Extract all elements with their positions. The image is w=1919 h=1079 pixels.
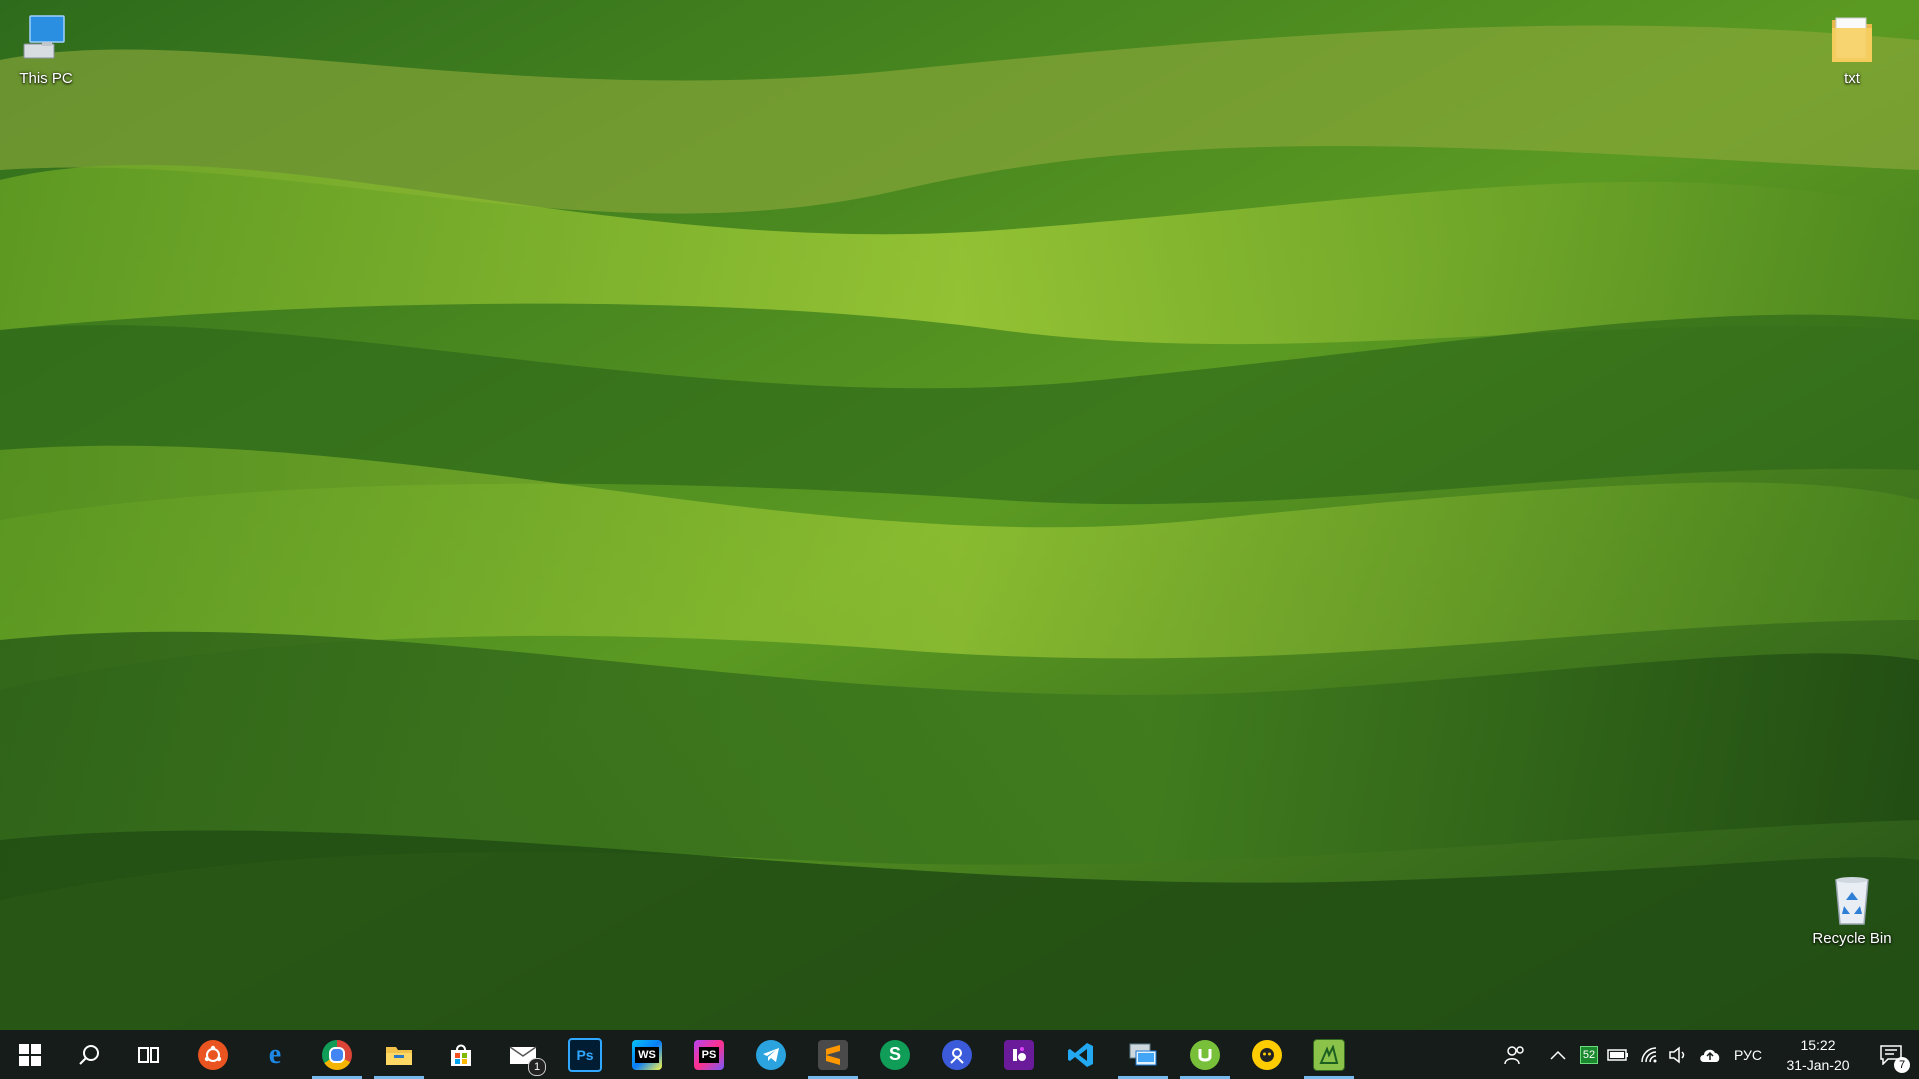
battery-percent-indicator[interactable]: 52 (1578, 1030, 1600, 1079)
photoshop-icon-text: Ps (576, 1046, 594, 1063)
this-pc-label: This PC (19, 70, 73, 87)
taskbar-app-telegram[interactable] (740, 1030, 802, 1079)
taskbar-app-utorrent[interactable] (1174, 1030, 1236, 1079)
phpstorm-icon: PS (694, 1039, 724, 1070)
task-view-icon (138, 1046, 159, 1063)
file-explorer-icon (384, 1040, 414, 1070)
taskbar-app-sublime[interactable] (802, 1030, 864, 1079)
blue-circle-app-icon (942, 1039, 972, 1070)
action-center-button[interactable]: 7 (1866, 1030, 1916, 1079)
txt-folder-label: txt (1844, 70, 1860, 87)
purple-app-icon (1004, 1039, 1034, 1070)
mail-unread-badge: 1 (528, 1058, 546, 1076)
cloud-sync-button[interactable] (1694, 1030, 1726, 1079)
folder-icon (1822, 10, 1882, 68)
green-app-icon (1313, 1038, 1345, 1071)
wallpaper-image (0, 0, 1919, 1030)
search-button[interactable] (58, 1030, 120, 1079)
taskbar-app-store[interactable] (430, 1030, 492, 1079)
volume-button[interactable] (1664, 1030, 1692, 1079)
battery-button[interactable] (1604, 1030, 1632, 1079)
volume-icon (1669, 1045, 1685, 1064)
desktop-icon-recycle-bin[interactable]: Recycle Bin (1807, 870, 1897, 948)
sublime-icon (818, 1039, 848, 1070)
taskbar-app-cyberghost[interactable] (1236, 1030, 1298, 1079)
input-language-button[interactable]: РУС (1728, 1030, 1768, 1079)
desktop-icon-this-pc[interactable]: This PC (1, 10, 91, 88)
taskbar-app-webstorm[interactable]: WS (616, 1030, 678, 1079)
windows-start-icon (19, 1043, 41, 1066)
wifi-icon (1641, 1046, 1657, 1062)
start-button[interactable] (0, 1030, 60, 1079)
utorrent-icon (1190, 1039, 1220, 1070)
taskbar-app-chrome[interactable] (306, 1030, 368, 1079)
people-icon (1504, 1045, 1524, 1064)
taskbar-app-mail[interactable]: 1 (492, 1030, 554, 1079)
ubuntu-icon (198, 1039, 228, 1070)
taskbar-app-purple[interactable] (988, 1030, 1050, 1079)
taskbar-app-file-explorer[interactable] (368, 1030, 430, 1079)
network-button[interactable] (1636, 1030, 1664, 1079)
taskbar-app-vscode[interactable] (1050, 1030, 1112, 1079)
this-pc-icon (16, 10, 76, 68)
remote-desktop-icon (1128, 1040, 1158, 1070)
taskbar-app-photoshop[interactable]: Ps (554, 1030, 616, 1079)
webstorm-icon-text: WS (635, 1046, 659, 1063)
recycle-bin-icon (1822, 870, 1882, 928)
telegram-icon (756, 1039, 786, 1070)
search-icon (79, 1044, 99, 1065)
phpstorm-icon-text: PS (698, 1046, 720, 1063)
show-hidden-icons-button[interactable] (1545, 1030, 1571, 1079)
clock-time: 15:22 (1800, 1036, 1836, 1053)
taskbar-app-edge[interactable]: e (244, 1030, 306, 1079)
photoshop-icon: Ps (568, 1037, 602, 1072)
taskbar: e 1 Ps WS PS S 52 РУС 15:22 31-Jan-20 7 (0, 1030, 1919, 1079)
webstorm-icon: WS (632, 1039, 662, 1070)
clock-date: 31-Jan-20 (1786, 1056, 1850, 1073)
taskbar-app-green[interactable] (1298, 1030, 1360, 1079)
input-language-label: РУС (1733, 1046, 1763, 1063)
battery-icon (1607, 1048, 1628, 1061)
s-app-icon-text: S (888, 1044, 901, 1064)
people-button[interactable] (1500, 1030, 1530, 1079)
s-app-icon: S (880, 1039, 910, 1070)
edge-icon: e (268, 1038, 282, 1070)
chevron-up-icon (1550, 1050, 1566, 1060)
chrome-icon (322, 1039, 352, 1070)
task-view-button[interactable] (118, 1030, 180, 1079)
cyberghost-icon (1252, 1039, 1282, 1070)
clock-button[interactable]: 15:22 31-Jan-20 (1770, 1030, 1866, 1079)
cloud-upload-icon (1700, 1049, 1720, 1062)
taskbar-app-ubuntu[interactable] (182, 1030, 244, 1079)
desktop-icon-txt-folder[interactable]: txt (1807, 10, 1897, 88)
taskbar-app-remote-desktop[interactable] (1112, 1030, 1174, 1079)
store-icon (446, 1040, 476, 1070)
battery-percent-badge: 52 (1579, 1045, 1599, 1064)
taskbar-app-blue[interactable] (926, 1030, 988, 1079)
recycle-bin-label: Recycle Bin (1812, 930, 1892, 947)
notifications-count-badge: 7 (1894, 1057, 1910, 1073)
vscode-icon (1066, 1040, 1096, 1070)
taskbar-app-phpstorm[interactable]: PS (678, 1030, 740, 1079)
desktop: This PC txt Recycle Bin (0, 0, 1919, 1030)
taskbar-app-s[interactable]: S (864, 1030, 926, 1079)
